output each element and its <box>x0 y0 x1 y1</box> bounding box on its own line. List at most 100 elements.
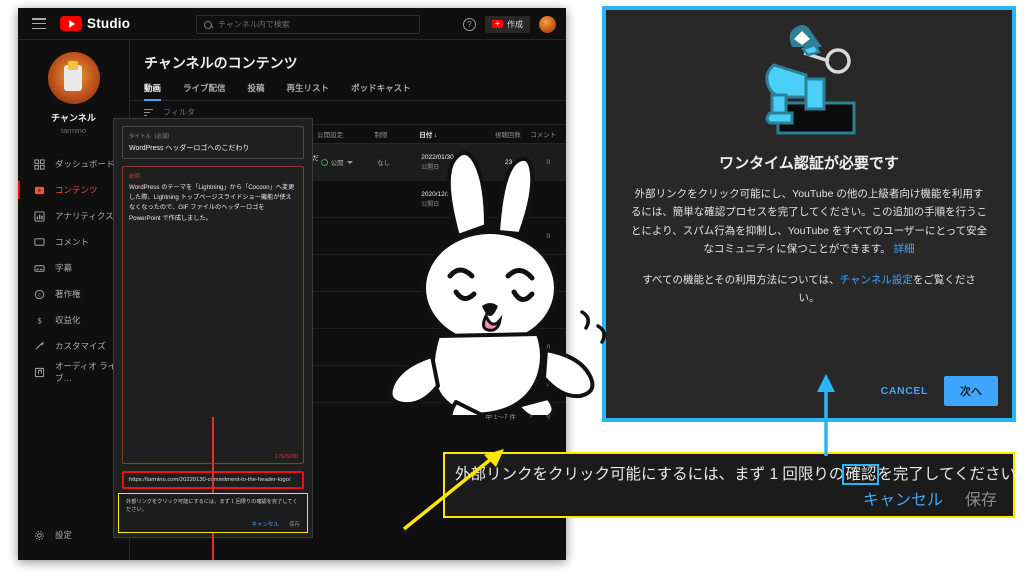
dialog-heading: ワンタイム認証が必要です <box>719 155 899 172</box>
character-counter: 176/5000 <box>275 454 298 460</box>
inline-warning-box: 外部リンクをクリック可能にするには、まず 1 回限りの確認を完了してください。 … <box>118 493 308 533</box>
title-field-label: タイトル（必須） <box>129 134 174 140</box>
search-icon <box>204 20 212 29</box>
dialog-body2-pre: すべての機能とその利用方法については、 <box>642 273 840 286</box>
studio-logo[interactable]: Studio <box>60 16 130 31</box>
date-sub: 公開日 <box>421 201 440 208</box>
video-date: 2020/12/30 公開日 <box>421 191 486 208</box>
channel-avatar <box>47 52 100 104</box>
sidebar-item-label: ダッシュボード <box>55 159 115 169</box>
pagination-last-button[interactable]: ›| <box>546 413 550 420</box>
subtitles-icon <box>34 263 45 274</box>
globe-icon <box>320 158 328 166</box>
video-comments: 0 <box>546 343 551 351</box>
annotation-save-button[interactable]: 保存 <box>965 486 997 510</box>
screenshot-root: Studio チャンネル内で検索 ? 作成 チャンネル tarmino <box>0 0 1024 576</box>
video-comments: 0 <box>546 380 551 388</box>
one-time-verification-dialog: ワンタイム認証が必要です 外部リンクをクリック可能にし、YouTube の他の上… <box>602 6 1016 422</box>
sidebar-item-label: 字幕 <box>55 263 73 273</box>
title-field[interactable]: タイトル（必須） WordPress ヘッダーロゴへのこだわり <box>122 126 304 159</box>
svg-text:c: c <box>38 292 41 298</box>
filter-icon <box>144 109 153 116</box>
svg-text:$: $ <box>37 316 41 325</box>
description-field-value: WordPress のテーマを「Lightning」から「Cocoon」へ変更し… <box>129 184 295 222</box>
create-button-label: 作成 <box>507 19 523 29</box>
content-tabs: 動画 ライブ配信 投稿 再生リスト ポッドキャスト <box>130 82 566 101</box>
analytics-icon <box>34 210 45 222</box>
sidebar-item-label: 収益化 <box>55 315 81 325</box>
inline-warning-actions: キャンセル 保存 <box>126 520 300 528</box>
date-value: 2022/01/30 <box>421 153 454 161</box>
dialog-body-text: 外部リンクをクリック可能にし、YouTube の他の上級者向け機能を利用するには… <box>630 188 988 256</box>
comment-icon <box>34 237 45 248</box>
brand-label: Studio <box>87 16 131 31</box>
sidebar-item-label: コンテンツ <box>55 185 98 195</box>
next-button[interactable]: 次へ <box>944 376 998 406</box>
video-comments: 0 <box>546 232 551 240</box>
top-bar-actions: ? 作成 <box>463 8 556 40</box>
content-icon <box>34 185 45 196</box>
inline-cancel-button[interactable]: キャンセル <box>251 520 279 528</box>
column-header-date[interactable]: 日付 ↓ <box>419 129 485 139</box>
dialog-actions: CANCEL 次へ <box>881 376 998 406</box>
visibility-label: 公開 <box>330 160 344 167</box>
tab-playlists[interactable]: 再生リスト <box>287 82 330 100</box>
tab-posts[interactable]: 投稿 <box>248 82 265 100</box>
dialog-body: 外部リンクをクリック可能にし、YouTube の他の上級者向け機能を利用するには… <box>606 185 1012 259</box>
annotation-text-after: を完了してください。 <box>877 466 1024 483</box>
dialog-body-secondary: すべての機能とその利用方法については、チャンネル設定をご覧ください。 <box>606 259 1012 308</box>
sidebar-item-label: アナリティクス <box>55 211 114 221</box>
annotation-callout: 外部リンクをクリック可能にするには、まず 1 回限りの確認を完了してください。 … <box>443 452 1024 518</box>
pagination-next-button[interactable]: › <box>530 413 532 420</box>
video-visibility[interactable]: 公開 <box>320 157 377 167</box>
annotation-text: 外部リンクをクリック可能にするには、まず 1 回限りの確認を完了してください。 <box>445 454 1024 485</box>
copyright-icon: c <box>34 289 45 300</box>
cancel-button[interactable]: CANCEL <box>881 385 928 397</box>
customize-icon <box>34 341 45 352</box>
gear-icon <box>34 530 45 541</box>
inline-warning-text: 外部リンクをクリック可能にするには、まず 1 回限りの確認を完了してください。 <box>126 499 298 513</box>
video-restriction: なし <box>377 160 391 167</box>
red-down-arrow <box>212 417 214 560</box>
annotation-cancel-button[interactable]: キャンセル <box>863 486 943 510</box>
column-header-visibility: 公開設定 <box>317 132 344 139</box>
avatar[interactable] <box>539 15 556 33</box>
annotation-highlight: 確認 <box>842 464 880 485</box>
annotation-text-before: 外部リンクをクリック可能にするには、まず 1 回限りの <box>455 466 845 483</box>
sidebar-item-label: コメント <box>55 237 90 247</box>
tab-live[interactable]: ライブ配信 <box>183 82 226 100</box>
sidebar-item-label: 著作権 <box>55 289 81 299</box>
audio-library-icon <box>34 367 45 378</box>
pagination-range: 中 1〜7 件 <box>485 414 516 421</box>
create-button[interactable]: 作成 <box>485 15 530 33</box>
page-title: チャンネルのコンテンツ <box>144 55 298 71</box>
date-sub: 公開日 <box>421 164 440 171</box>
annotation-actions: キャンセル 保存 <box>863 486 997 510</box>
tab-videos[interactable]: 動画 <box>144 82 162 101</box>
person-with-key-illustration <box>606 10 1012 150</box>
video-comments: 0 <box>546 158 551 166</box>
chevron-down-icon <box>346 160 353 164</box>
tab-podcasts[interactable]: ポッドキャスト <box>351 82 411 100</box>
description-field[interactable]: 説明 WordPress のテーマを「Lightning」から「Cocoon」へ… <box>122 166 304 560</box>
video-views: 23 <box>504 158 513 166</box>
monetization-icon: $ <box>34 315 45 326</box>
hamburger-icon[interactable] <box>32 18 46 29</box>
video-comments: 0 <box>546 269 551 277</box>
help-circle-icon[interactable]: ? <box>463 17 476 31</box>
video-details-panel: タイトル（必須） WordPress ヘッダーロゴへのこだわり 説明 WordP… <box>113 118 313 560</box>
column-header-views: 視聴回数 <box>494 132 521 139</box>
sidebar-item-label: カスタマイズ <box>55 341 106 351</box>
video-date: 2022/01/30 公開日 <box>421 154 486 171</box>
search-input[interactable]: チャンネル内で検索 <box>196 15 420 34</box>
create-video-icon <box>492 20 503 28</box>
search-placeholder: チャンネル内で検索 <box>218 20 290 29</box>
date-value: 2020/12/30 <box>421 190 454 198</box>
inline-save-button[interactable]: 保存 <box>289 520 300 528</box>
column-header-restrictions: 制限 <box>374 132 388 139</box>
dashboard-icon <box>34 158 45 170</box>
title-field-value: WordPress ヘッダーロゴへのこだわり <box>129 145 250 152</box>
dialog-details-link[interactable]: 詳細 <box>894 243 915 255</box>
youtube-play-icon <box>60 16 82 31</box>
dialog-channel-settings-link[interactable]: チャンネル設定 <box>840 274 913 286</box>
